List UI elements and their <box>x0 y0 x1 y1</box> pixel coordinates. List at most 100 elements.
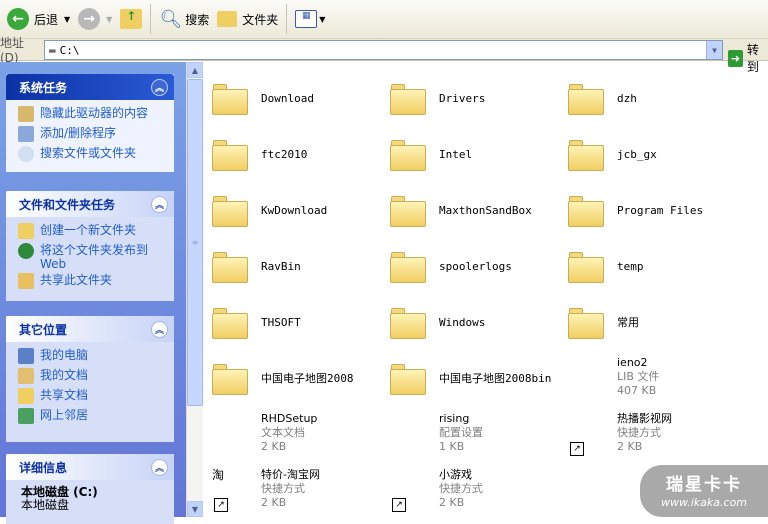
watermark-title: 瑞星卡卡 <box>666 475 742 495</box>
back-label: 后退 <box>34 12 59 27</box>
folder-item[interactable]: Intel <box>381 128 559 180</box>
folder-item[interactable]: 中国电子地图2008bin <box>381 352 559 404</box>
chevron-down-icon[interactable]: ▼ <box>106 15 112 24</box>
file-type: 快捷方式 <box>261 482 305 495</box>
folder-name: 中国电子地图2008bin <box>439 372 552 385</box>
hide-drive-icon <box>18 106 34 122</box>
folder-item[interactable]: 中国电子地图2008 <box>203 352 381 404</box>
scroll-thumb[interactable]: ≡ <box>187 79 203 406</box>
folder-item[interactable]: dzh <box>559 72 737 124</box>
file-item[interactable]: 淘 ↗ 特价-淘宝网 快捷方式 2 KB <box>203 464 381 516</box>
folder-item[interactable]: spoolerlogs <box>381 240 559 292</box>
task-label: 隐藏此驱动器的内容 <box>40 106 149 120</box>
panel-header[interactable]: 详细信息 ︽ <box>6 454 174 480</box>
folder-name: 常用 <box>617 316 639 329</box>
taobao-shortcut-icon: 淘 ↗ <box>212 466 252 512</box>
publish-web-icon <box>18 243 34 259</box>
place-network[interactable]: 网上邻居 <box>18 408 174 428</box>
file-name: ieno2 <box>617 356 648 369</box>
folders-button[interactable]: 文件夹 <box>213 4 282 34</box>
chevron-down-icon[interactable]: ▼ <box>64 15 70 24</box>
folder-item[interactable]: 常用 <box>559 296 737 348</box>
watermark: 瑞星卡卡 www.ikaka.com <box>640 465 768 517</box>
task-publish-web[interactable]: 将这个文件夹发布到 Web <box>18 243 174 273</box>
scroll-down-button[interactable]: ▼ <box>187 501 203 517</box>
collapse-icon[interactable]: ︽ <box>151 458 168 476</box>
file-item[interactable]: rising 配置设置 1 KB <box>381 408 559 460</box>
config-file-icon <box>390 410 430 456</box>
task-label: 添加/删除程序 <box>40 126 117 140</box>
file-item[interactable]: ieno2 LIB 文件 407 KB <box>559 352 737 404</box>
collapse-icon[interactable]: ︽ <box>151 78 168 96</box>
place-label: 我的文档 <box>40 368 89 382</box>
address-input[interactable]: ▬ C:\ ▼ <box>44 40 723 60</box>
folder-icon <box>390 138 428 171</box>
folder-name: jcb_gx <box>617 147 657 161</box>
folder-name: 中国电子地图2008 <box>261 372 354 385</box>
new-folder-icon <box>18 223 34 239</box>
panel-header[interactable]: 其它位置 ︽ <box>6 316 174 342</box>
panel-header[interactable]: 系统任务 ︽ <box>6 74 174 100</box>
folder-icon <box>568 138 606 171</box>
task-hide-contents[interactable]: 隐藏此驱动器的内容 <box>18 106 174 126</box>
file-name: 小游戏 <box>439 468 472 481</box>
folder-name: RavBin <box>261 259 301 273</box>
panel-other-places: 其它位置 ︽ 我的电脑 我的文档 共享文档 网上邻居 <box>6 316 174 442</box>
panel-system-tasks: 系统任务 ︽ 隐藏此驱动器的内容 添加/删除程序 搜索文件或文件夹 <box>6 74 174 172</box>
task-add-remove-programs[interactable]: 添加/删除程序 <box>18 126 174 146</box>
folder-item[interactable]: jcb_gx <box>559 128 737 180</box>
panel-header[interactable]: 文件和文件夹任务 ︽ <box>6 191 174 217</box>
folder-item[interactable]: Drivers <box>381 72 559 124</box>
back-button[interactable]: ← 后退 ▼ <box>3 4 74 34</box>
task-share-folder[interactable]: 共享此文件夹 <box>18 273 174 293</box>
folder-item[interactable]: RavBin <box>203 240 381 292</box>
file-item[interactable]: RHDSetup 文本文档 2 KB <box>203 408 381 460</box>
folder-name: MaxthonSandBox <box>439 203 532 217</box>
task-label: 共享此文件夹 <box>40 273 113 287</box>
place-shared-documents[interactable]: 共享文档 <box>18 388 174 408</box>
folder-item[interactable]: THSOFT <box>203 296 381 348</box>
file-type: LIB 文件 <box>617 370 660 383</box>
views-button[interactable]: ▦ ▼ <box>291 4 329 34</box>
file-item[interactable]: ↗ 小游戏 快捷方式 2 KB <box>381 464 559 516</box>
folder-item[interactable]: Program Files <box>559 184 737 236</box>
shortcut-arrow-icon: ↗ <box>570 442 584 456</box>
details-type: 本地磁盘 <box>21 498 70 512</box>
folder-item[interactable]: Windows <box>381 296 559 348</box>
task-pane-scrollbar[interactable]: ▲ ≡ ▼ <box>186 62 203 517</box>
add-remove-programs-icon <box>18 126 34 142</box>
scroll-up-button[interactable]: ▲ <box>187 62 203 78</box>
folder-icon <box>390 194 428 227</box>
file-size: 407 KB <box>617 384 657 397</box>
toolbar: ← 后退 ▼ → ▼ ↑ 🔍︎ 搜索 文件夹 ▦ ▼ <box>0 0 768 39</box>
up-folder-button[interactable]: ↑ <box>116 4 146 34</box>
file-item[interactable]: ↗ 热播影视网 快捷方式 2 KB <box>559 408 737 460</box>
place-label: 我的电脑 <box>40 348 89 362</box>
folder-item[interactable]: ftc2010 <box>203 128 381 180</box>
folders-label: 文件夹 <box>242 12 279 27</box>
shortcut-arrow-icon: ↗ <box>214 498 228 512</box>
folder-name: Intel <box>439 147 473 161</box>
task-search-files[interactable]: 搜索文件或文件夹 <box>18 146 174 166</box>
folder-item[interactable]: Download <box>203 72 381 124</box>
place-my-documents[interactable]: 我的文档 <box>18 368 174 388</box>
separator <box>286 4 288 34</box>
address-dropdown-button[interactable]: ▼ <box>706 41 722 59</box>
folder-item[interactable]: MaxthonSandBox <box>381 184 559 236</box>
folder-icon <box>212 82 250 115</box>
address-label: 地址 (D) <box>0 36 25 65</box>
panel-title: 文件和文件夹任务 <box>19 197 116 212</box>
forward-button[interactable]: → ▼ <box>74 4 116 34</box>
place-my-computer[interactable]: 我的电脑 <box>18 348 174 368</box>
panel-title: 系统任务 <box>19 80 68 95</box>
collapse-icon[interactable]: ︽ <box>151 195 168 213</box>
folder-item[interactable]: temp <box>559 240 737 292</box>
task-new-folder[interactable]: 创建一个新文件夹 <box>18 223 174 243</box>
panel-details: 详细信息 ︽ 本地磁盘 (C:) 本地磁盘 <box>6 454 174 524</box>
shortcut-arrow-icon: ↗ <box>392 498 406 512</box>
folder-name: dzh <box>617 91 637 105</box>
collapse-icon[interactable]: ︽ <box>151 320 168 338</box>
search-button[interactable]: 🔍︎ 搜索 <box>155 4 213 34</box>
folder-item[interactable]: KwDownload <box>203 184 381 236</box>
file-type: 快捷方式 <box>617 426 661 439</box>
